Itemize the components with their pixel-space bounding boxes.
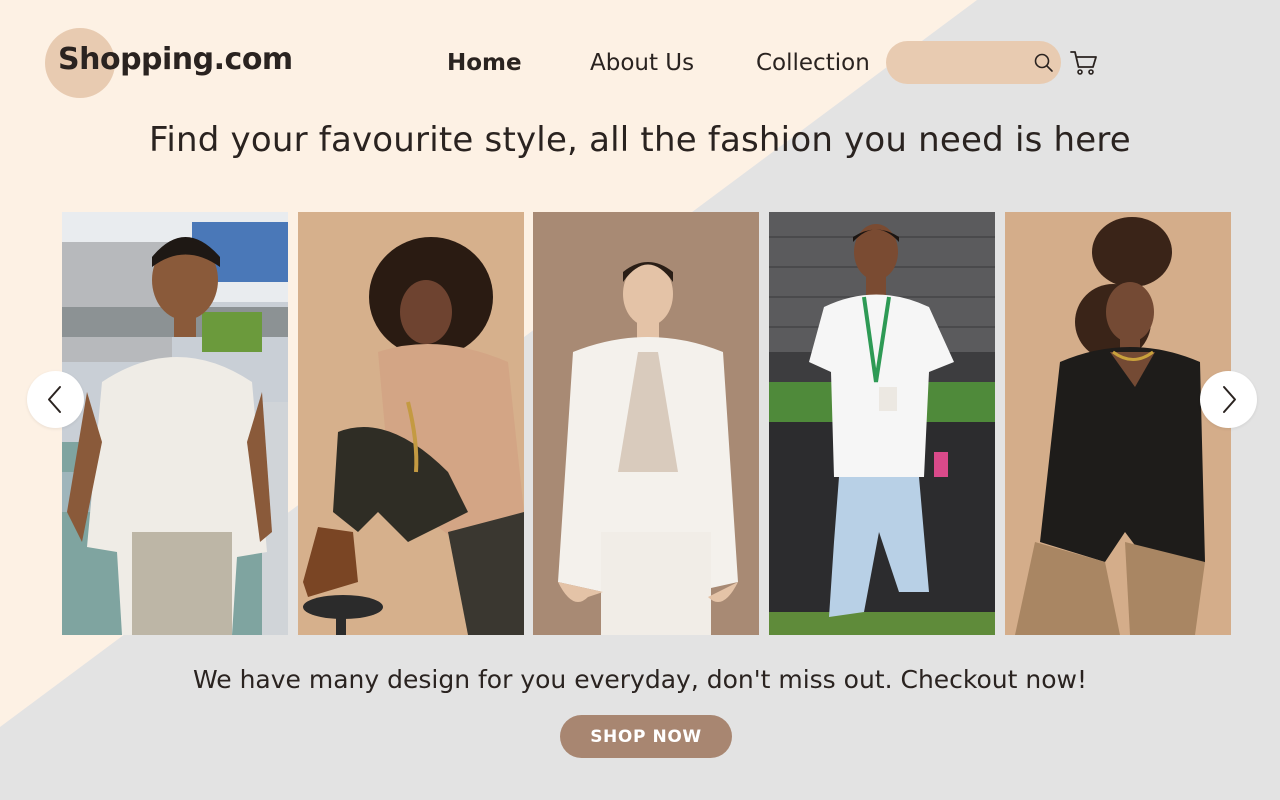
chevron-left-icon [48, 386, 61, 413]
nav-collection-link[interactable]: Collection [756, 50, 870, 76]
chevron-right-icon [1223, 386, 1236, 413]
carousel-photo-1[interactable] [62, 212, 288, 635]
shop-now-button[interactable]: SHOP NOW [560, 715, 732, 758]
hero-headline: Find your favourite style, all the fashi… [149, 120, 1131, 160]
search-icon[interactable] [1033, 52, 1055, 74]
cta-tagline: We have many design for you everyday, do… [193, 665, 1087, 694]
carousel-photo-2[interactable] [298, 212, 524, 635]
nav-home-link[interactable]: Home [447, 50, 522, 76]
carousel-prev-button[interactable] [27, 371, 84, 428]
photo-carousel [62, 212, 1231, 635]
carousel-photo-4[interactable] [769, 212, 995, 635]
carousel-photo-3[interactable] [533, 212, 759, 635]
cart-icon[interactable] [1069, 49, 1099, 77]
carousel-photo-5[interactable] [1005, 212, 1231, 635]
search-input[interactable] [900, 49, 1030, 76]
logo[interactable]: Shopping.com [58, 42, 293, 77]
carousel-next-button[interactable] [1200, 371, 1257, 428]
nav-about-link[interactable]: About Us [590, 50, 694, 76]
